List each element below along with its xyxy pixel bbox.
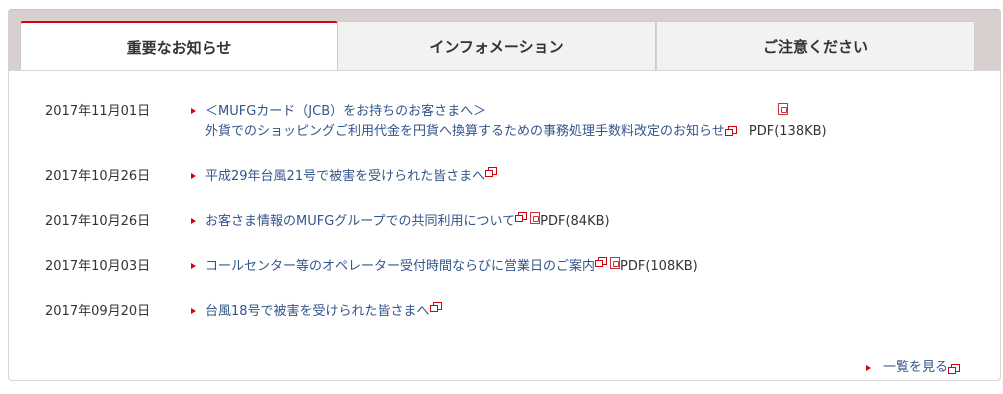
news-link[interactable]: お客さま情報のMUFGグループでの共同利用について xyxy=(205,212,515,232)
news-link[interactable]: 平成29年台風21号で被害を受けられた皆さまへ xyxy=(205,167,485,187)
news-link-wrap: コールセンター等のオペレーター受付時間ならびに営業日のご案内 PDF(108KB) xyxy=(191,257,698,277)
news-item: 2017年10月26日 お客さま情報のMUFGグループでの共同利用について PDF… xyxy=(45,212,610,232)
pdf-size: PDF(108KB) xyxy=(620,259,698,274)
news-link[interactable]: 台風18号で被害を受けられた皆さまへ xyxy=(205,302,430,322)
arrow-right-icon xyxy=(191,108,196,114)
view-all-link[interactable]: 一覧を見る xyxy=(883,358,948,378)
news-item: 2017年09月20日 台風18号で被害を受けられた皆さまへ xyxy=(45,302,442,322)
external-link-icon xyxy=(515,212,528,222)
news-date: 2017年10月26日 xyxy=(45,214,151,229)
news-date: 2017年11月01日 xyxy=(45,104,151,119)
external-link-icon xyxy=(595,257,608,267)
pdf-size: PDF(84KB) xyxy=(540,214,610,229)
external-link-icon xyxy=(429,302,442,312)
arrow-right-icon xyxy=(865,365,871,371)
tab-information[interactable]: インフォメーション xyxy=(338,21,656,71)
news-date: 2017年10月03日 xyxy=(45,259,151,274)
pdf-icon xyxy=(530,212,541,224)
tab-caution[interactable]: ご注意ください xyxy=(656,21,975,71)
tab-important-notices[interactable]: 重要なお知らせ xyxy=(20,21,338,71)
arrow-right-icon xyxy=(191,173,196,179)
pdf-size: PDF(138KB) xyxy=(748,124,827,139)
pdf-icon xyxy=(610,257,621,269)
news-date: 2017年10月26日 xyxy=(45,169,151,184)
news-link-wrap: 平成29年台風21号で被害を受けられた皆さまへ xyxy=(191,167,498,187)
news-link[interactable]: コールセンター等のオペレーター受付時間ならびに営業日のご案内 xyxy=(205,257,595,277)
news-link-wrap: 台風18号で被害を受けられた皆さまへ xyxy=(191,302,442,322)
news-item: 2017年10月03日 コールセンター等のオペレーター受付時間ならびに営業日のご… xyxy=(45,257,698,277)
pdf-icon xyxy=(778,103,788,115)
external-link-icon xyxy=(724,126,737,136)
view-all-link-wrap: 一覧を見る xyxy=(865,358,960,378)
arrow-right-icon xyxy=(191,218,196,224)
news-panel: 2017年11月01日 ＜MUFGカード（JCB）をお持ちのお客さまへ＞ 外貨で… xyxy=(8,70,1001,381)
news-link-line1[interactable]: ＜MUFGカード（JCB）をお持ちのお客さまへ＞ xyxy=(205,104,486,119)
external-link-icon xyxy=(485,167,498,177)
news-item: 2017年11月01日 ＜MUFGカード（JCB）をお持ちのお客さまへ＞ 外貨で… xyxy=(45,102,827,142)
news-frame: 重要なお知らせ インフォメーション ご注意ください 2017年11月01日 ＜M… xyxy=(8,9,1001,381)
news-link-wrap: ＜MUFGカード（JCB）をお持ちのお客さまへ＞ 外貨でのショッピングご利用代金… xyxy=(191,102,827,142)
external-link-icon xyxy=(948,364,960,374)
news-date: 2017年09月20日 xyxy=(45,304,151,319)
news-item: 2017年10月26日 平成29年台風21号で被害を受けられた皆さまへ xyxy=(45,167,498,187)
arrow-right-icon xyxy=(191,308,196,314)
news-link-wrap: お客さま情報のMUFGグループでの共同利用について PDF(84KB) xyxy=(191,212,610,232)
news-link-line2[interactable]: 外貨でのショッピングご利用代金を円貨へ換算するための事務処理手数料改定のお知らせ xyxy=(205,124,725,139)
tab-bar: 重要なお知らせ インフォメーション ご注意ください xyxy=(20,21,975,71)
arrow-right-icon xyxy=(191,263,196,269)
